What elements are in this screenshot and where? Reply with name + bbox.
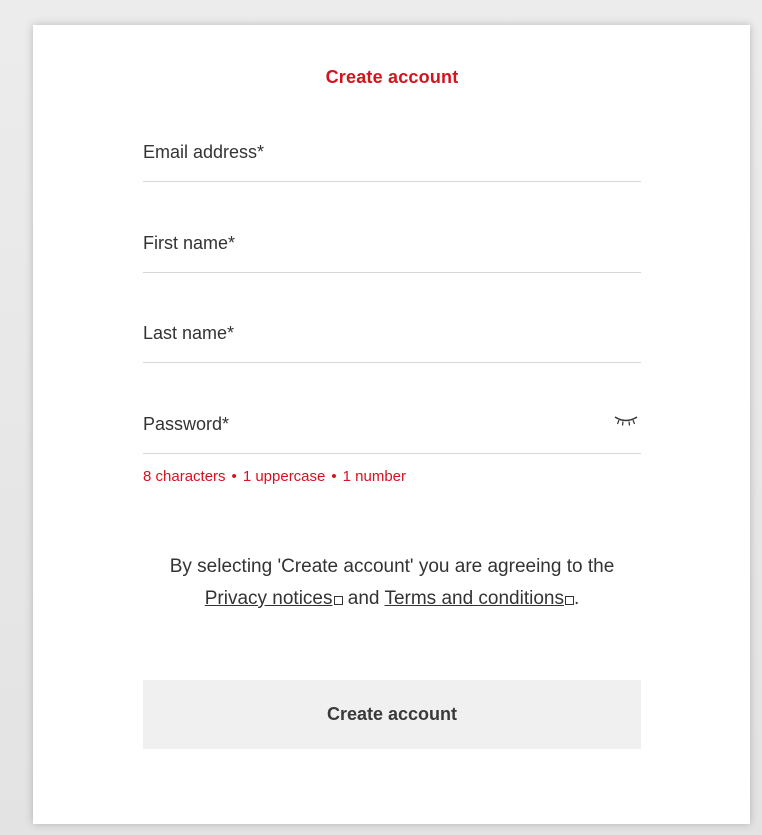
external-link-icon bbox=[333, 596, 343, 605]
legal-end-punctuation: . bbox=[573, 588, 580, 609]
last-name-field[interactable]: Last name* bbox=[143, 316, 645, 364]
legal-and-text: and bbox=[347, 588, 380, 609]
requirement-separator: • bbox=[231, 468, 237, 485]
first-name-field[interactable]: First name* bbox=[143, 226, 645, 274]
requirement-number: 1 number bbox=[342, 468, 407, 485]
email-field[interactable]: Email address* bbox=[143, 135, 645, 183]
requirement-characters: 8 characters bbox=[143, 468, 226, 485]
create-account-button[interactable]: Create account bbox=[143, 680, 641, 749]
requirement-separator: • bbox=[331, 468, 337, 485]
password-field[interactable]: Password* bbox=[143, 407, 645, 455]
page-title: Create account bbox=[325, 67, 459, 87]
eye-closed-icon[interactable] bbox=[611, 413, 641, 427]
email-input[interactable] bbox=[143, 135, 645, 183]
legal-text: By selecting 'Create account' you are ag… bbox=[169, 556, 615, 577]
external-link-icon bbox=[564, 596, 574, 605]
first-name-input[interactable] bbox=[143, 226, 645, 274]
last-name-input[interactable] bbox=[143, 316, 645, 364]
legal-notice: By selecting 'Create account' you are ag… bbox=[143, 551, 641, 615]
password-input[interactable] bbox=[143, 407, 645, 455]
privacy-notices-link[interactable]: Privacy notices bbox=[205, 588, 333, 609]
requirement-uppercase: 1 uppercase bbox=[242, 468, 326, 485]
create-account-card: Create account Email address* First name… bbox=[33, 25, 750, 824]
terms-and-conditions-link[interactable]: Terms and conditions bbox=[384, 588, 564, 609]
password-requirements: 8 characters • 1 uppercase • 1 number bbox=[143, 468, 406, 485]
